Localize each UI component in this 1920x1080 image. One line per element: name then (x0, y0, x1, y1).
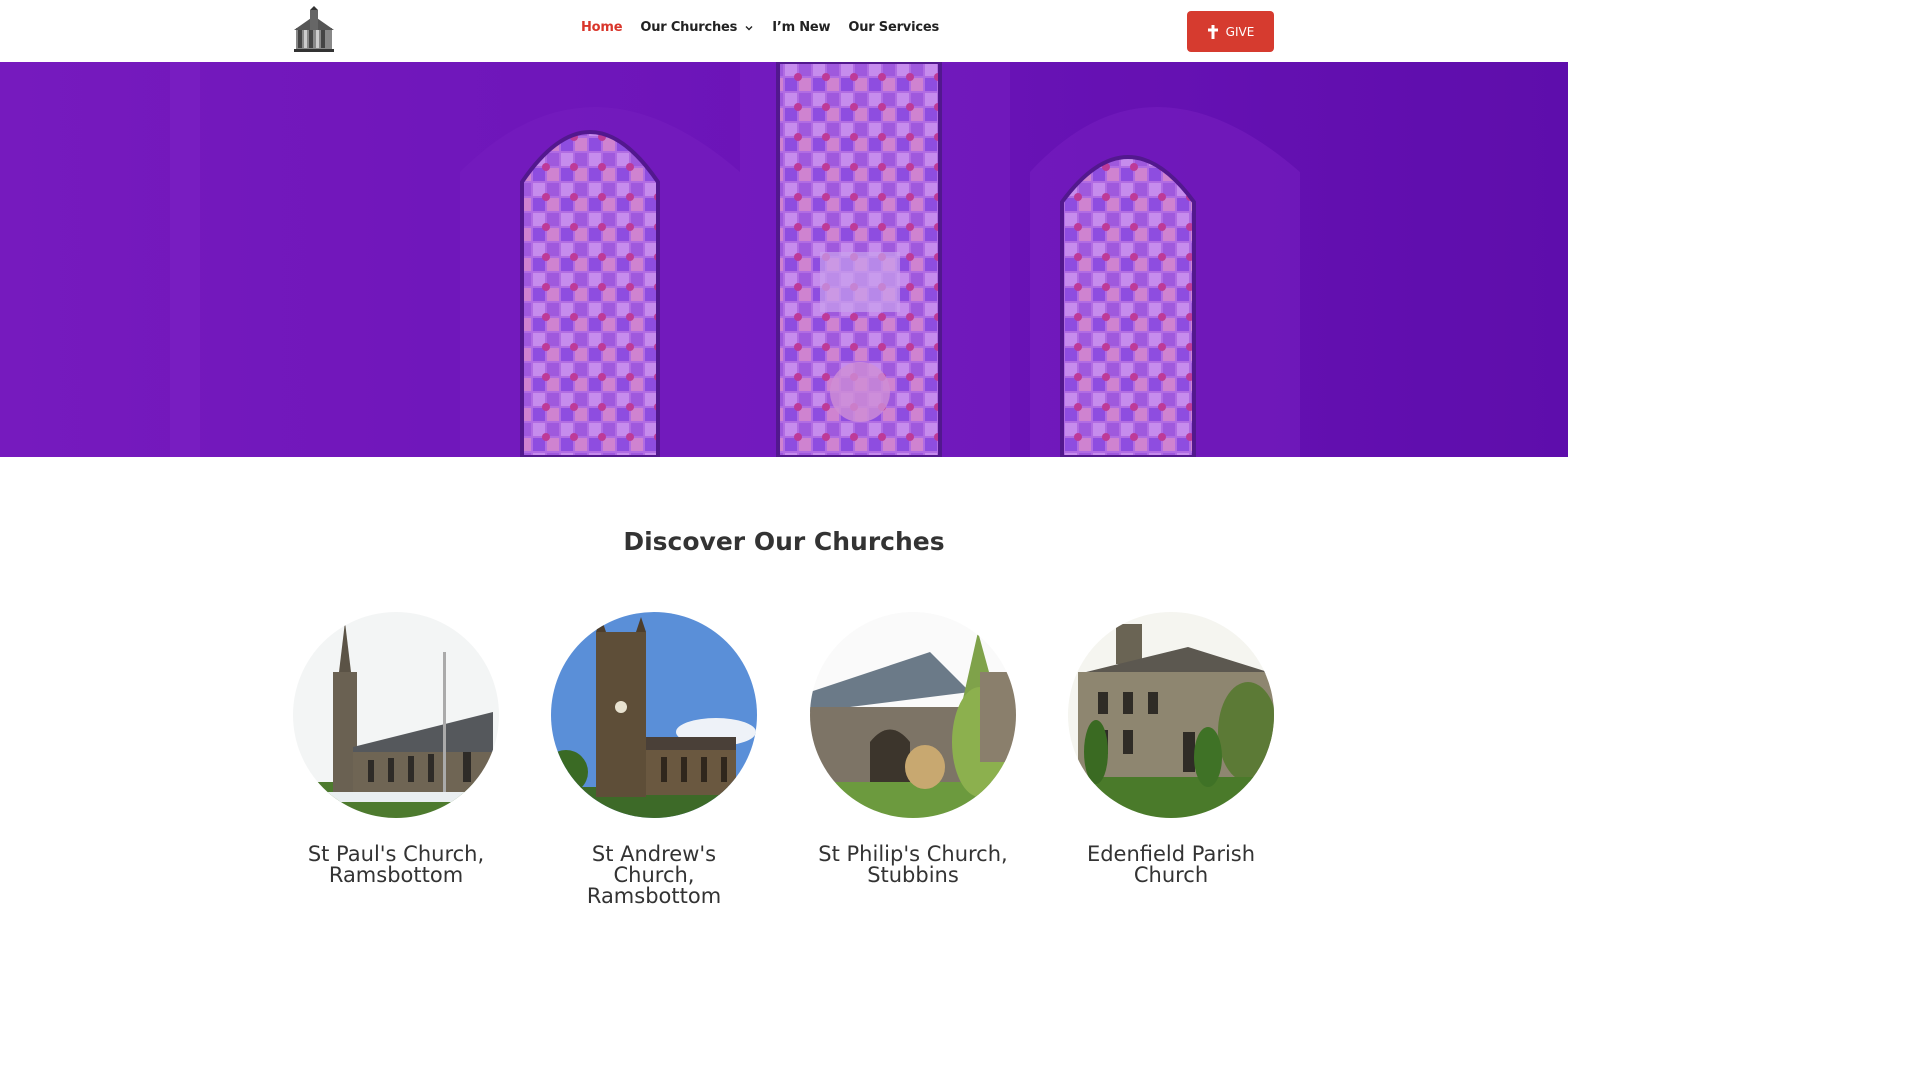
nav-our-churches[interactable]: Our Churches (640, 20, 754, 35)
nav-im-new[interactable]: I’m New (772, 20, 830, 35)
church-name[interactable]: St Paul's Church, Ramsbottom (293, 844, 499, 886)
give-button-label: GIVE (1225, 24, 1255, 39)
chevron-down-icon (745, 25, 753, 30)
church-name[interactable]: St Philip's Church, Stubbins (810, 844, 1016, 886)
church-name[interactable]: Edenfield Parish Church (1068, 844, 1274, 886)
stained-glass-hero-image (0, 62, 1568, 457)
hero-banner (0, 62, 1568, 457)
church-card[interactable]: St Philip's Church, Stubbins (810, 612, 1016, 886)
section-title: Discover Our Churches (623, 527, 945, 556)
church-card[interactable]: St Andrew's Church, Ramsbottom (551, 612, 757, 907)
nav-our-services-label: Our Services (848, 20, 939, 35)
church-card[interactable]: St Paul's Church, Ramsbottom (293, 612, 499, 886)
st-pauls-church-photo[interactable] (293, 612, 499, 818)
give-button[interactable]: GIVE (1187, 11, 1274, 52)
nav-home[interactable]: Home (581, 20, 623, 35)
nav-our-services[interactable]: Our Services (848, 20, 939, 35)
church-logo-icon[interactable] (292, 6, 336, 54)
edenfield-parish-church-photo[interactable] (1068, 612, 1274, 818)
nav-our-churches-label: Our Churches (640, 20, 738, 35)
nav-im-new-label: I’m New (772, 20, 831, 35)
cross-icon (1207, 24, 1218, 39)
church-card[interactable]: Edenfield Parish Church (1068, 612, 1274, 886)
st-philips-church-photo[interactable] (810, 612, 1016, 818)
church-name[interactable]: St Andrew's Church, Ramsbottom (551, 844, 757, 907)
nav-home-label: Home (581, 20, 623, 35)
main-nav: Home Our Churches I’m New Our Services (581, 20, 939, 35)
site-header: Home Our Churches I’m New Our Services G… (0, 0, 1568, 62)
st-andrews-church-photo[interactable] (551, 612, 757, 818)
